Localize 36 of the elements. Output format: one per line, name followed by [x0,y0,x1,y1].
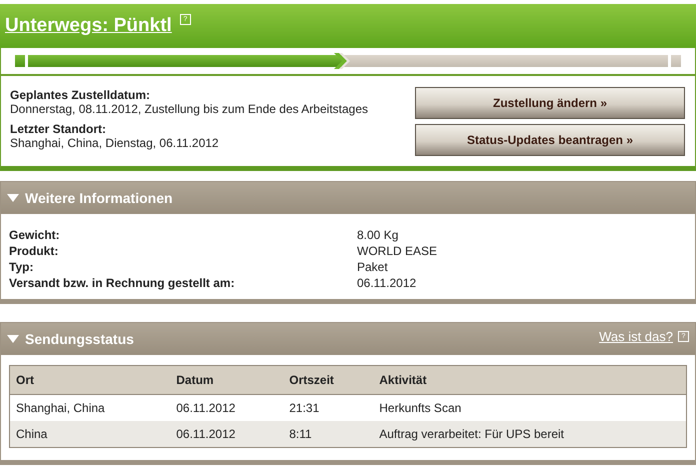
table-cell: China [10,421,170,448]
column-header: Datum [170,366,284,394]
detail-label: Versandt bzw. in Rechnung gestellt am: [9,275,236,291]
column-header: Ort [10,366,170,394]
detail-label: Produkt: [9,243,60,259]
detail-value: 8.00 Kg [357,227,400,243]
table-cell: 06.11.2012 [170,421,284,448]
section-title: Sendungsstatus [25,331,134,347]
table-cell: 06.11.2012 [170,394,284,421]
progress-start-segment [15,55,25,67]
info-label: Letzter Standort: [10,122,107,136]
action-button[interactable]: Zustellung ändern » [415,87,685,119]
column-header: Ortszeit [283,366,374,394]
column-header: Aktivität [373,366,686,394]
detail-label: Gewicht: [9,227,61,243]
info-value: Donnerstag, 08.11.2012, Zustellung bis zum Ende des Arbeitstages [10,102,370,116]
chevron-icon [334,53,350,69]
status-title-link[interactable]: Unterwegs: Pünktl [5,15,172,37]
info-label: Geplantes Zustelldatum: [10,88,152,102]
action-button[interactable]: Status-Updates beantragen » [415,124,685,156]
detail-value: Paket [357,259,389,275]
detail-value: 06.11.2012 [357,275,418,291]
table-cell: 8:11 [283,421,374,448]
section-header[interactable]: Weitere Informationen [1,182,695,214]
expand-triangle-icon[interactable] [7,335,19,343]
table-cell: Shanghai, China [10,394,170,421]
table-cell: Herkunfts Scan [373,394,686,421]
table-cell: Auftrag verarbeitet: Für UPS bereit [373,421,686,448]
info-value: Shanghai, China, Dienstag, 06.11.2012 [10,136,220,150]
section-title: Weitere Informationen [25,190,173,206]
table-cell: 21:31 [283,394,374,421]
progress-end-segment [671,55,681,67]
expand-triangle-icon[interactable] [7,194,19,202]
detail-label: Typ: [9,259,34,275]
detail-value: WORLD EASE [357,243,438,259]
help-link[interactable]: Was ist das? [599,329,673,344]
